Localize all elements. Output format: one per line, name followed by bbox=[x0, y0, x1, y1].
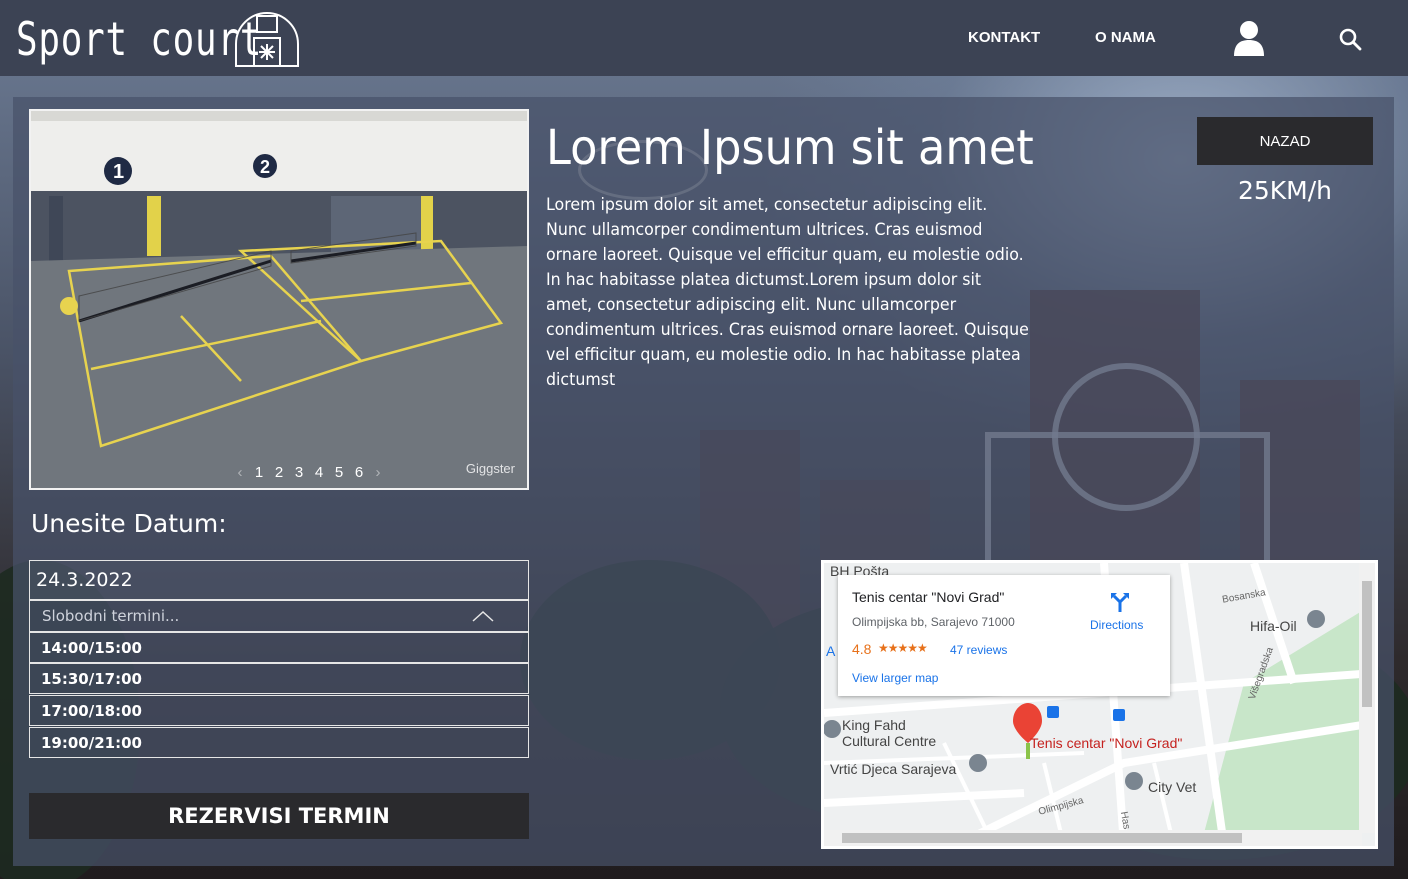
court-photo: 1 2 bbox=[31, 111, 527, 488]
slider-page-5[interactable]: 5 bbox=[329, 464, 349, 481]
speed-value: 25KM/h bbox=[1237, 176, 1333, 205]
map-label-vrtic: Vrtić Djeca Sarajeva bbox=[830, 761, 957, 777]
search-icon[interactable] bbox=[1338, 27, 1362, 51]
directions-link[interactable]: Directions bbox=[1090, 618, 1143, 632]
map-vertical-scrollbar[interactable] bbox=[1359, 563, 1375, 833]
map-label-cultural-centre: Cultural Centre bbox=[842, 733, 937, 749]
court-photo-slider[interactable]: 1 2 ‹ 1 2 3 4 5 6 › Giggster bbox=[29, 109, 529, 490]
slider-page-6[interactable]: 6 bbox=[349, 464, 369, 481]
place-address: Olimpijska bb, Sarajevo 71000 bbox=[852, 615, 1015, 629]
court-title: Lorem Ipsum sit amet bbox=[546, 120, 1034, 176]
date-label: Unesite Datum: bbox=[31, 509, 227, 538]
map-label-king-fahd: King Fahd bbox=[842, 717, 906, 733]
map-label-edge-a: A bbox=[826, 643, 836, 659]
photo-watermark: Giggster bbox=[465, 461, 515, 476]
slider-pagination: ‹ 1 2 3 4 5 6 › bbox=[231, 464, 387, 481]
map-marker-label: Tenis centar "Novi Grad" bbox=[1030, 735, 1183, 751]
date-input[interactable]: 24.3.2022 bbox=[29, 560, 529, 600]
user-icon[interactable] bbox=[1232, 20, 1266, 56]
time-slot-option[interactable]: 15:30/17:00 bbox=[29, 663, 529, 694]
free-slots-dropdown[interactable]: Slobodni termini... bbox=[29, 600, 529, 632]
top-navbar: Sport court KONTAKT O NAMA bbox=[0, 0, 1408, 76]
slider-page-2[interactable]: 2 bbox=[269, 464, 289, 481]
map-label-city-vet: City Vet bbox=[1148, 779, 1197, 795]
free-slots-placeholder: Slobodni termini... bbox=[42, 607, 180, 625]
slider-page-4[interactable]: 4 bbox=[309, 464, 329, 481]
map-label-hifa-oil: Hifa-Oil bbox=[1250, 618, 1297, 634]
reserve-button[interactable]: REZERVISI TERMIN bbox=[29, 793, 529, 839]
slider-page-1[interactable]: 1 bbox=[249, 464, 269, 481]
reviews-link[interactable]: 47 reviews bbox=[950, 643, 1007, 657]
rating-stars: ★★★★★ bbox=[878, 641, 928, 655]
directions-icon[interactable] bbox=[1108, 590, 1132, 614]
map-place-card: Tenis centar "Novi Grad" Olimpijska bb, … bbox=[838, 575, 1170, 696]
site-logo[interactable]: Sport court bbox=[16, 10, 302, 68]
logo-text: Sport court bbox=[16, 12, 263, 66]
svg-text:1: 1 bbox=[113, 161, 124, 183]
chevron-up-icon bbox=[472, 610, 494, 622]
map-horizontal-scrollbar[interactable] bbox=[824, 830, 1362, 846]
place-rating: 4.8 bbox=[852, 641, 872, 657]
view-larger-map-link[interactable]: View larger map bbox=[852, 671, 938, 685]
time-slot-option[interactable]: 14:00/15:00 bbox=[29, 632, 529, 663]
nav-o-nama[interactable]: O NAMA bbox=[1095, 29, 1156, 46]
place-name: Tenis centar "Novi Grad" bbox=[852, 589, 1005, 605]
time-slot-option[interactable]: 17:00/18:00 bbox=[29, 695, 529, 726]
slider-next-arrow[interactable]: › bbox=[369, 464, 387, 481]
svg-text:2: 2 bbox=[260, 157, 270, 177]
court-description: Lorem ipsum dolor sit amet, consectetur … bbox=[546, 195, 1029, 390]
back-button[interactable]: NAZAD bbox=[1197, 117, 1373, 165]
slider-page-3[interactable]: 3 bbox=[289, 464, 309, 481]
nav-kontakt[interactable]: KONTAKT bbox=[968, 29, 1040, 46]
slider-prev-arrow[interactable]: ‹ bbox=[231, 464, 249, 481]
time-slot-option[interactable]: 19:00/21:00 bbox=[29, 727, 529, 758]
google-map-embed[interactable]: BH Pošta Bosanska Hifa-Oil Višegradska K… bbox=[821, 560, 1378, 849]
